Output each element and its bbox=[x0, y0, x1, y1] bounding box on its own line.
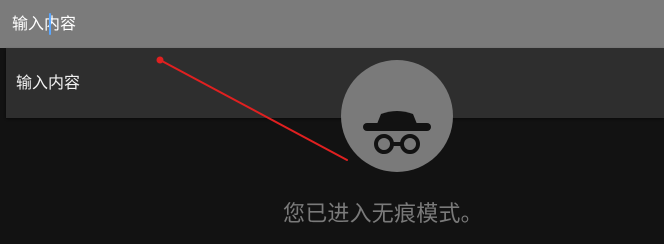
incognito-glasses-right-lens bbox=[400, 134, 420, 154]
incognito-glasses-bridge bbox=[392, 142, 402, 146]
search-input[interactable]: 输入内容 bbox=[12, 13, 77, 35]
text-caret bbox=[49, 13, 51, 35]
search-bar[interactable]: 输入内容 bbox=[0, 0, 664, 48]
search-input-value: 输入内容 bbox=[12, 14, 77, 33]
incognito-hat-crown bbox=[377, 111, 417, 124]
incognito-glasses-left-lens bbox=[374, 134, 394, 154]
incognito-avatar bbox=[341, 60, 453, 172]
suggestion-label: 输入内容 bbox=[16, 73, 81, 92]
incognito-hat-brim bbox=[363, 123, 431, 131]
incognito-message: 您已进入无痕模式。 bbox=[283, 202, 483, 227]
suggestion-item[interactable]: 输入内容 bbox=[6, 48, 664, 118]
incognito-icon bbox=[363, 111, 431, 154]
suggestion-dropdown: 输入内容 bbox=[6, 48, 664, 118]
